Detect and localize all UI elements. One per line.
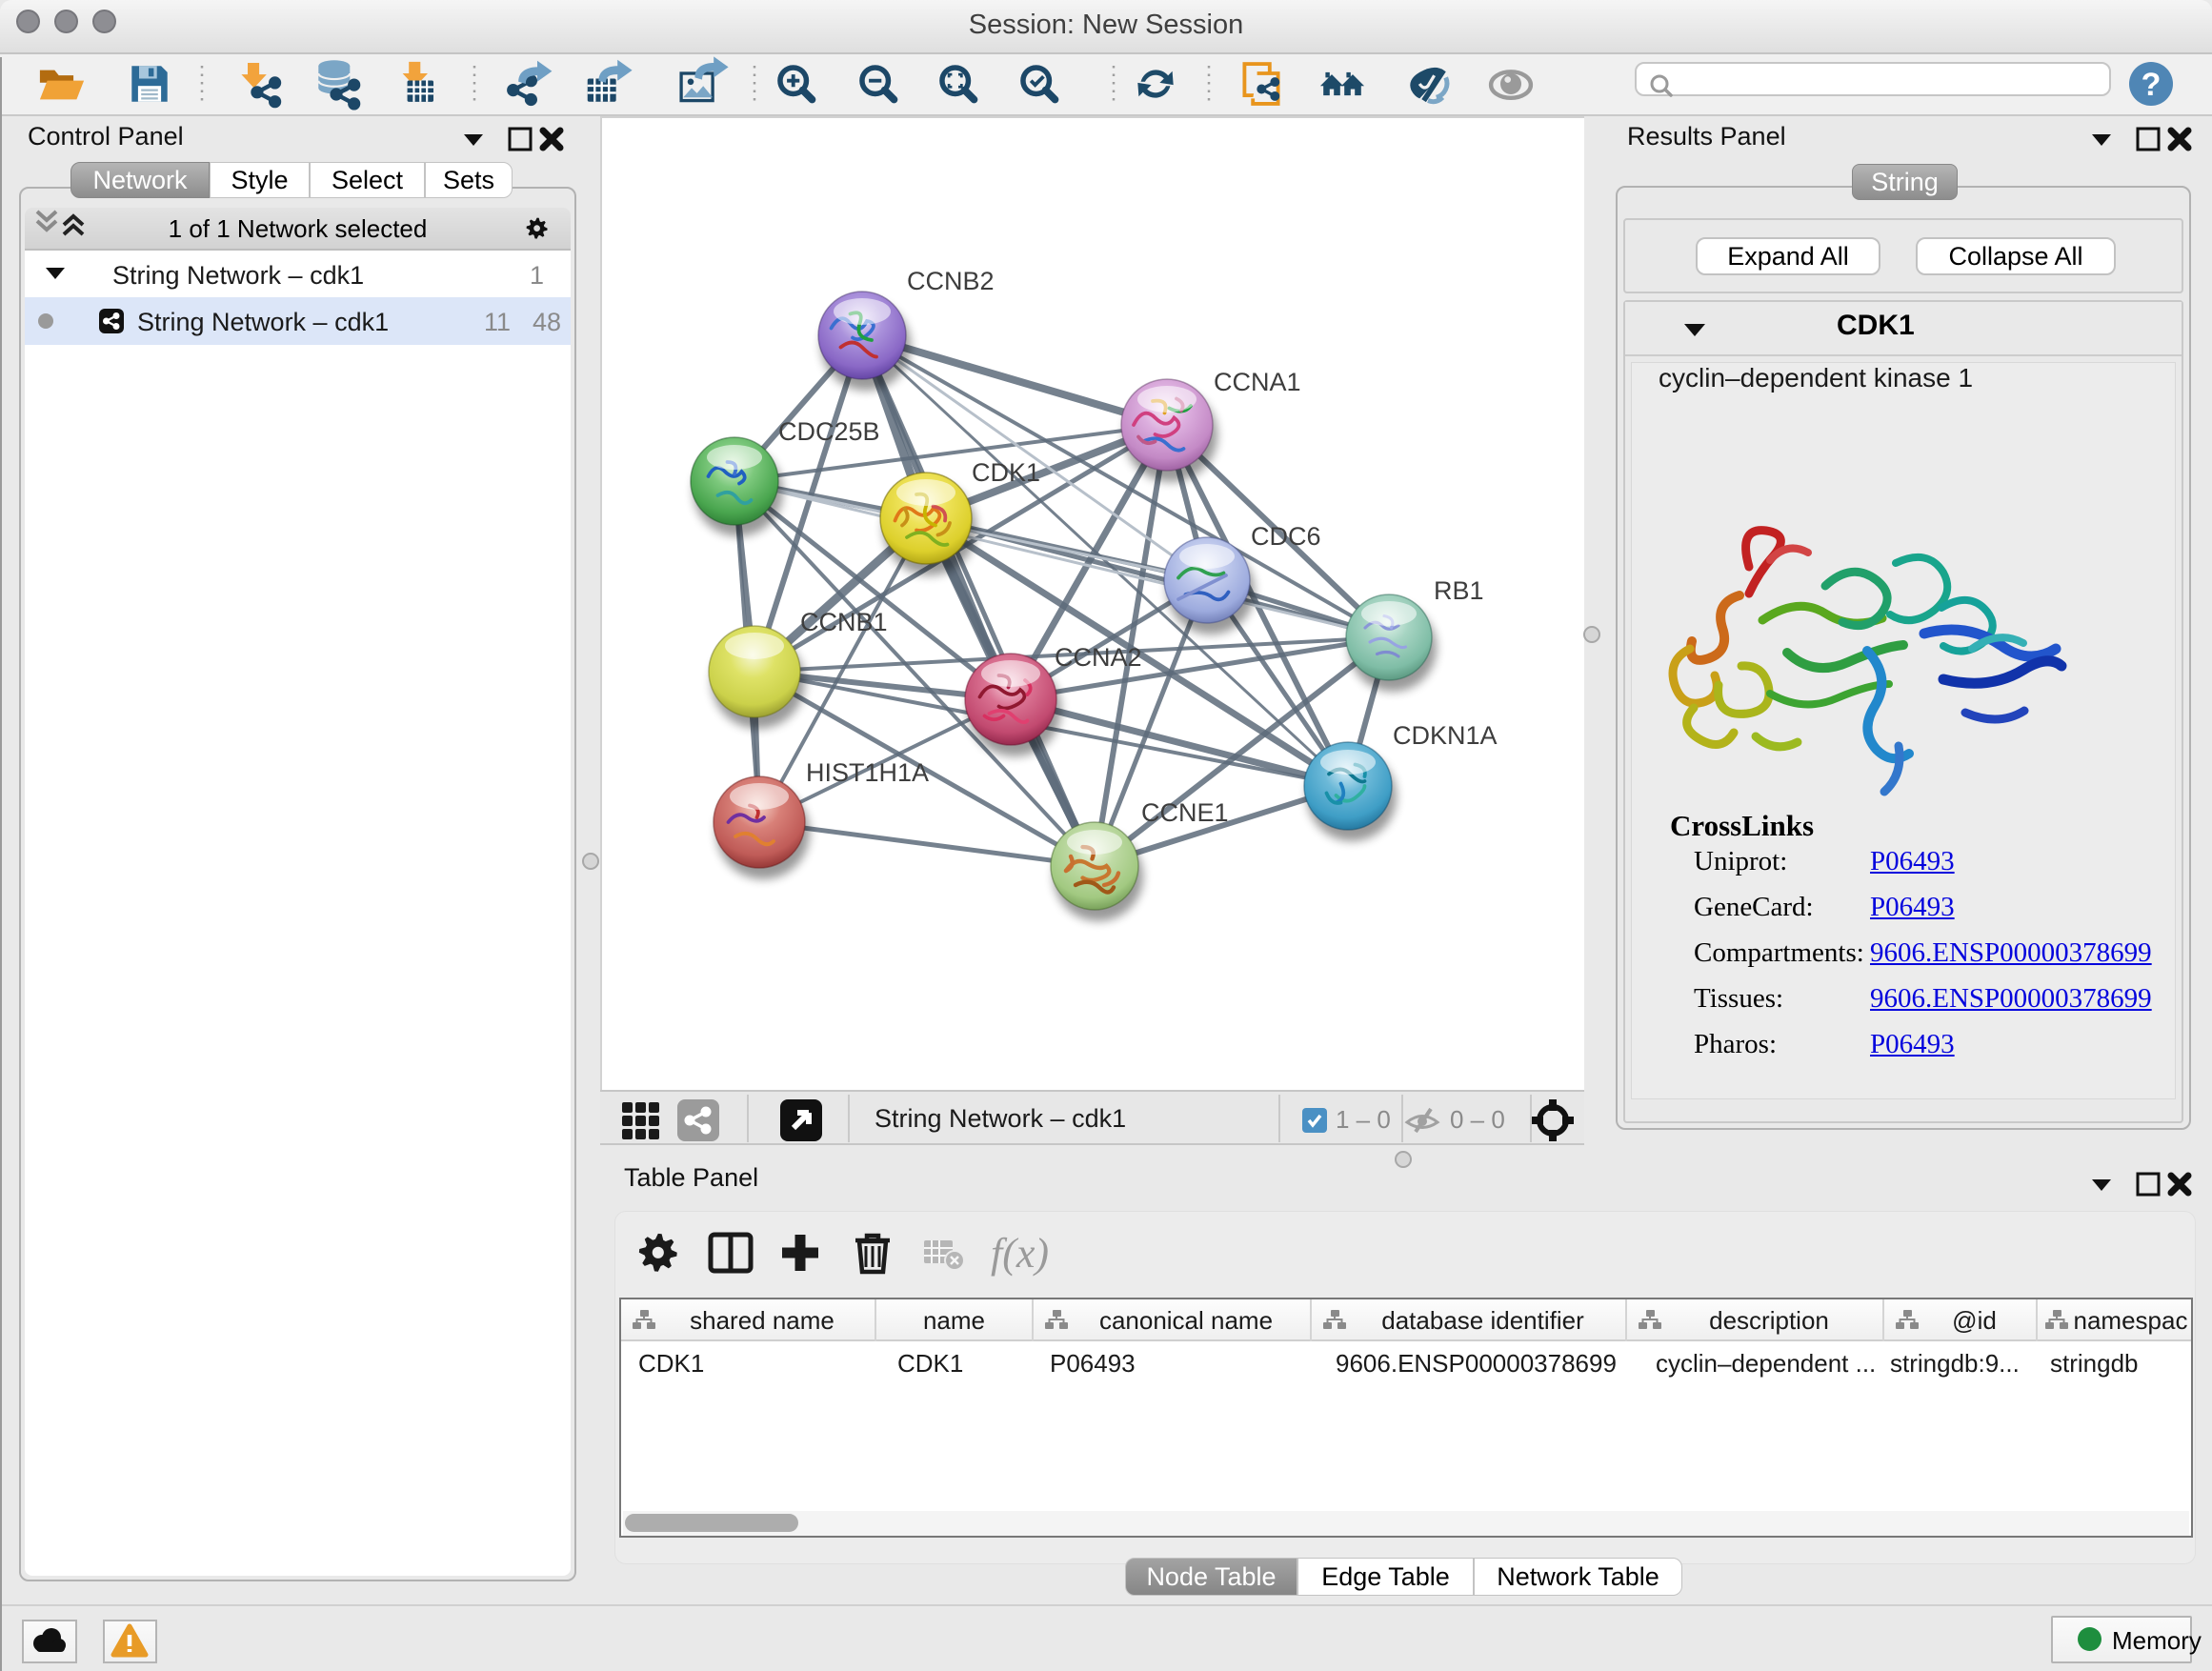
svg-text:CDC25B: CDC25B — [778, 417, 880, 446]
svg-text:CDK1: CDK1 — [972, 458, 1040, 487]
svg-text:CCNA2: CCNA2 — [1055, 643, 1142, 672]
svg-text:RB1: RB1 — [1434, 576, 1484, 605]
svg-text:CDC6: CDC6 — [1251, 522, 1321, 551]
svg-text:CCNE1: CCNE1 — [1141, 798, 1229, 827]
svg-text:CCNB1: CCNB1 — [800, 608, 888, 636]
svg-text:CCNB2: CCNB2 — [907, 267, 995, 295]
svg-text:?: ? — [2142, 67, 2162, 103]
svg-text:HIST1H1A: HIST1H1A — [806, 758, 929, 787]
svg-text:CCNA1: CCNA1 — [1214, 368, 1301, 396]
svg-text:CDKN1A: CDKN1A — [1393, 721, 1498, 750]
